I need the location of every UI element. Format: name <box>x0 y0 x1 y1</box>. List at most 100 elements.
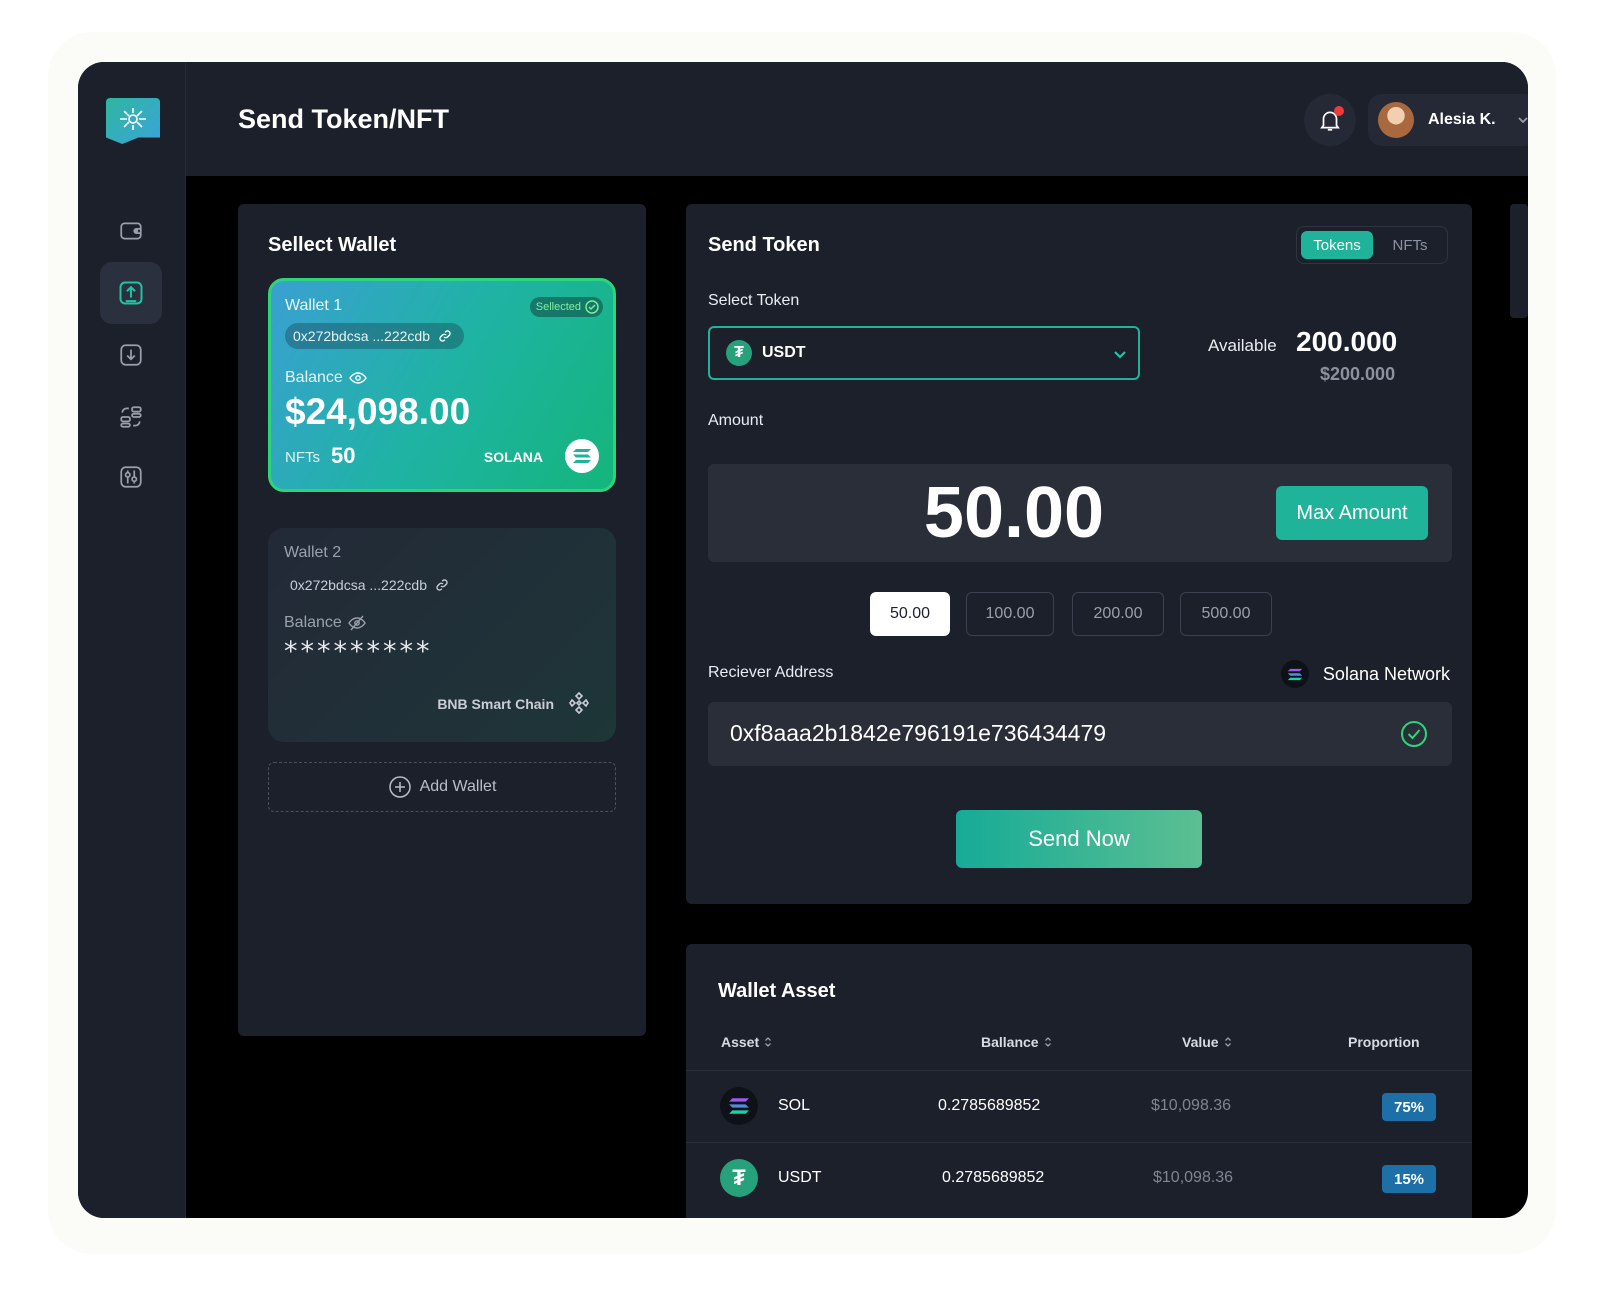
column-asset-label: Asset <box>721 1034 760 1050</box>
app-window: Send Token/NFT Alesia K. Sellect Wallet … <box>78 62 1528 1218</box>
tether-icon: ₮ <box>726 340 752 366</box>
column-proportion: Proportion <box>1348 1034 1420 1050</box>
wallet-card-2[interactable]: Wallet 2 0x272bdcsa ...222cdb Balance **… <box>268 528 616 742</box>
link-icon[interactable] <box>435 578 449 592</box>
balance-label: Balance <box>285 369 367 387</box>
scrollbar[interactable] <box>1510 204 1528 318</box>
sort-icon <box>1044 1037 1051 1047</box>
proportion-badge: 15% <box>1382 1165 1436 1193</box>
bnb-icon <box>566 690 592 716</box>
send-icon <box>119 281 143 305</box>
notification-dot <box>1334 106 1344 116</box>
user-name: Alesia K. <box>1428 111 1496 128</box>
table-row[interactable]: SOL 0.2785689852 $10,098.36 75% <box>686 1070 1472 1142</box>
check-circle-icon <box>585 300 599 314</box>
notification-button[interactable] <box>1304 94 1356 146</box>
sort-icon <box>1224 1037 1231 1047</box>
selected-token: USDT <box>762 344 806 361</box>
tab-nfts[interactable]: NFTs <box>1377 231 1443 259</box>
amount-label: Amount <box>708 412 764 429</box>
check-circle-icon <box>1401 721 1427 747</box>
network-indicator: Solana Network <box>1280 660 1450 688</box>
solana-icon <box>720 1087 758 1125</box>
avatar <box>1378 102 1414 138</box>
network-name: Solana Network <box>1322 663 1450 684</box>
selected-badge-label: Sellected <box>535 301 581 313</box>
asset-balance: 0.2785689852 <box>942 1169 1045 1186</box>
send-token-title: Send Token <box>708 234 820 256</box>
token-nft-toggle: Tokens NFTs <box>1296 226 1448 264</box>
available-amount: 200.000 <box>1296 326 1398 357</box>
add-wallet-label: Add Wallet <box>419 778 497 795</box>
selected-badge: Sellected <box>529 297 603 317</box>
amount-input[interactable]: 50.00 Max Amount <box>708 464 1452 562</box>
receiver-address-label: Reciever Address <box>708 664 834 681</box>
sidebar-item-wallet[interactable] <box>100 200 162 262</box>
wallet-address-text: 0x272bdcsa ...222cdb <box>290 577 427 593</box>
token-select[interactable]: ₮ USDT <box>708 326 1140 380</box>
app-logo[interactable] <box>106 98 160 144</box>
tether-icon: ₮ <box>720 1159 758 1197</box>
select-wallet-panel: Sellect Wallet Wallet 1 Sellected 0x272b… <box>238 204 646 1036</box>
chain-name: SOLANA <box>483 449 543 465</box>
chain-name: BNB Smart Chain <box>437 696 554 712</box>
wallet-card-1[interactable]: Wallet 1 Sellected 0x272bdcsa ...222cdb … <box>268 278 616 492</box>
send-token-panel: Send Token Tokens NFTs Select Token ₮ US… <box>686 204 1472 904</box>
asset-value: $10,098.36 <box>1153 1169 1234 1186</box>
swap-icon <box>120 406 142 428</box>
column-proportion-label: Proportion <box>1348 1034 1420 1050</box>
asset-value: $10,098.36 <box>1151 1097 1232 1114</box>
preset-amount-200[interactable]: 200.00 <box>1072 592 1164 636</box>
amount-value[interactable]: 50.00 <box>914 472 1114 554</box>
available-label: Available <box>1208 336 1277 355</box>
nfts-label: NFTs <box>285 449 320 466</box>
column-value[interactable]: Value <box>1182 1034 1232 1050</box>
select-wallet-title: Sellect Wallet <box>268 234 397 256</box>
receive-icon <box>120 344 142 366</box>
wallet-asset-title: Wallet Asset <box>718 980 836 1002</box>
solana-icon <box>1280 660 1309 688</box>
add-wallet-button[interactable]: Add Wallet <box>268 762 616 812</box>
wallet-icon <box>120 222 142 240</box>
sidebar-item-settings[interactable] <box>100 446 162 508</box>
balance-label-text: Balance <box>284 614 342 631</box>
user-menu[interactable]: Alesia K. <box>1368 94 1528 146</box>
chevron-down-icon <box>1114 351 1126 359</box>
wallet-address: 0x272bdcsa ...222cdb <box>285 323 464 349</box>
wallet-asset-panel: Wallet Asset Asset Ballance Value Propor… <box>686 944 1472 1218</box>
wallet-balance: $24,098.00 <box>285 391 471 432</box>
balance-label-text: Balance <box>285 369 343 386</box>
send-now-button[interactable]: Send Now <box>956 810 1202 868</box>
settings-icon <box>120 466 142 488</box>
sidebar-item-swap[interactable] <box>100 386 162 448</box>
asset-balance: 0.2785689852 <box>938 1097 1041 1114</box>
wallet-address: 0x272bdcsa ...222cdb <box>284 572 461 598</box>
receiver-address-input[interactable]: 0xf8aaa2b1842e796191e736434479 <box>708 702 1452 766</box>
balance-label: Balance <box>284 614 366 632</box>
column-asset[interactable]: Asset <box>721 1034 772 1050</box>
column-balance[interactable]: Ballance <box>981 1034 1052 1050</box>
sidebar-item-receive[interactable] <box>100 324 162 386</box>
sidebar <box>78 62 186 1218</box>
nfts-count: 50 <box>331 443 356 468</box>
select-token-label: Select Token <box>708 292 800 309</box>
column-value-label: Value <box>1182 1034 1219 1050</box>
link-icon[interactable] <box>438 329 452 343</box>
page-title: Send Token/NFT <box>238 104 450 134</box>
preset-amount-100[interactable]: 100.00 <box>966 592 1054 636</box>
solana-icon <box>565 439 599 473</box>
receiver-address-value[interactable]: 0xf8aaa2b1842e796191e736434479 <box>730 720 1106 747</box>
eye-off-icon[interactable] <box>348 615 366 631</box>
sort-icon <box>765 1037 772 1047</box>
tab-tokens[interactable]: Tokens <box>1301 231 1373 259</box>
sidebar-item-send[interactable] <box>100 262 162 324</box>
wallet-name: Wallet 2 <box>284 544 342 561</box>
eye-icon[interactable] <box>349 371 367 385</box>
top-header: Send Token/NFT Alesia K. <box>186 62 1528 176</box>
max-amount-button[interactable]: Max Amount <box>1276 486 1428 540</box>
wallet-name: Wallet 1 <box>285 297 343 314</box>
preset-amount-50[interactable]: 50.00 <box>870 592 950 636</box>
table-row[interactable]: ₮ USDT 0.2785689852 $10,098.36 15% <box>686 1142 1472 1214</box>
asset-name: USDT <box>778 1169 822 1186</box>
preset-amount-500[interactable]: 500.00 <box>1180 592 1272 636</box>
